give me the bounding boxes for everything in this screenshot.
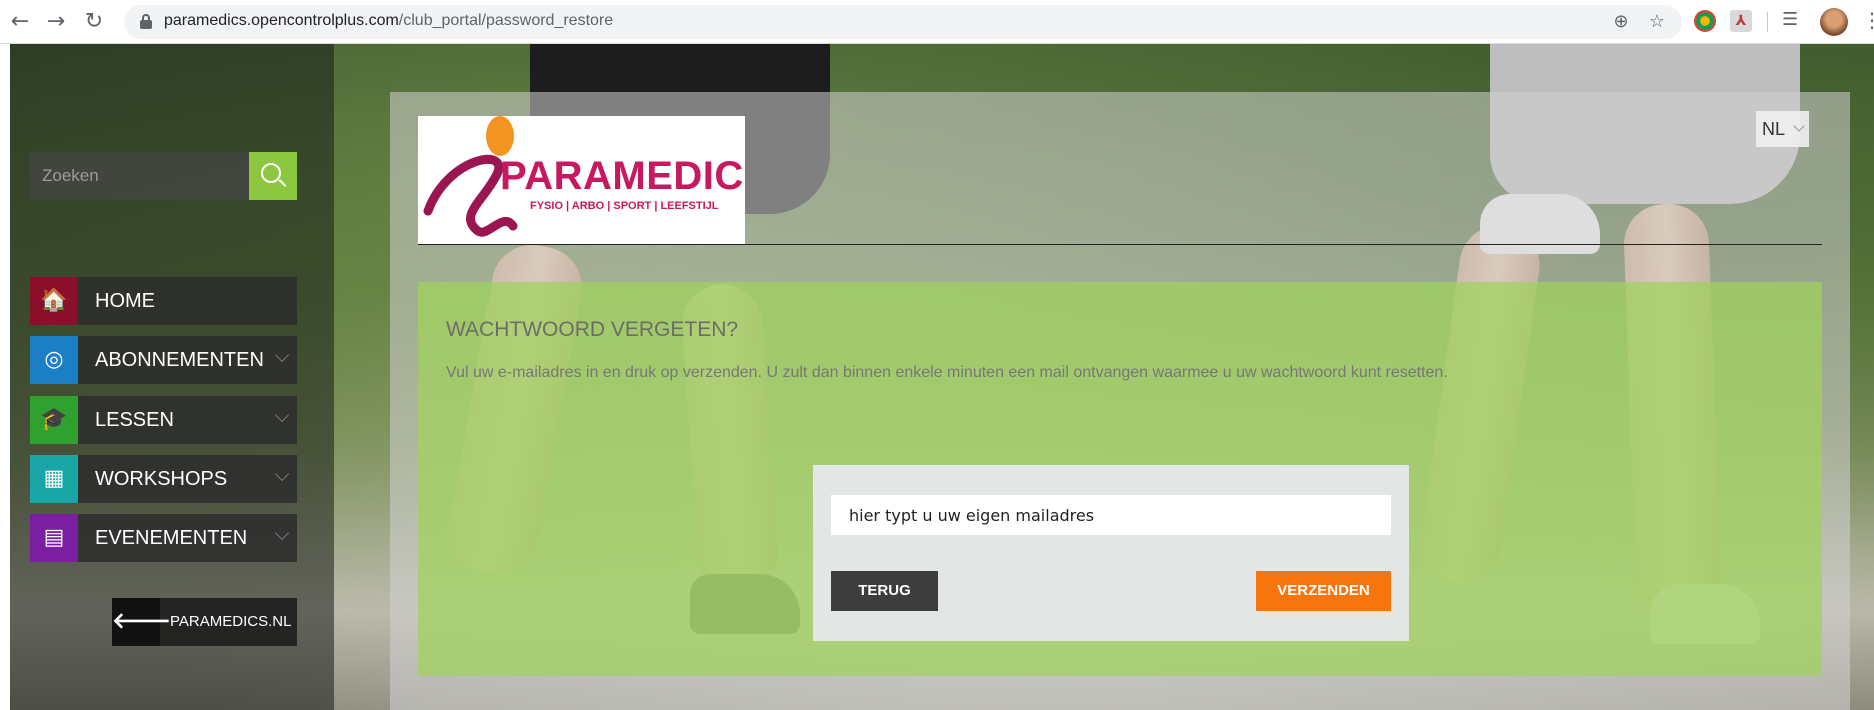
- chevron-down-icon[interactable]: [274, 525, 290, 541]
- url-path: /club_portal/password_restore: [398, 12, 614, 29]
- page-title: WACHTWOORD VERGETEN?: [446, 318, 739, 341]
- search-button[interactable]: [249, 152, 297, 200]
- back-arrow-icon[interactable]: ←: [6, 8, 34, 36]
- reading-list-icon[interactable]: ☰: [1782, 9, 1798, 30]
- toolbar-divider: [1767, 12, 1768, 32]
- logo-name: PARAMEDICS: [500, 154, 745, 198]
- chevron-down-icon[interactable]: [274, 347, 290, 363]
- star-icon[interactable]: ☆: [1646, 12, 1668, 32]
- browser-toolbar: ← → ↻ paramedics.opencontrolplus.com/clu…: [0, 0, 1874, 44]
- url-domain: paramedics.opencontrolplus.com: [164, 12, 399, 29]
- pdf-icon[interactable]: ⅄: [1730, 10, 1752, 32]
- back-to-site-link[interactable]: 🡐 PARAMEDICS.NL: [112, 598, 297, 646]
- password-restore-form: TERUG VERZENDEN: [813, 465, 1409, 641]
- subscriptions-icon: ◎: [30, 336, 78, 384]
- sidebar-item-workshops[interactable]: ▦ WORKSHOPS: [30, 455, 297, 503]
- home-icon: 🏠: [30, 277, 78, 325]
- chevron-down-icon[interactable]: [274, 407, 290, 423]
- logo-dot: [486, 116, 514, 156]
- email-field[interactable]: [831, 495, 1391, 535]
- forward-arrow-icon[interactable]: →: [42, 8, 70, 36]
- back-link-label: PARAMEDICS.NL: [170, 613, 292, 630]
- add-icon[interactable]: ⊕: [1610, 12, 1632, 32]
- sidebar-item-abonnementen[interactable]: ◎ ABONNEMENTEN: [30, 336, 297, 384]
- lock-icon[interactable]: [140, 14, 152, 29]
- url-text[interactable]: paramedics.opencontrolplus.com/club_port…: [164, 12, 613, 30]
- chevron-down-icon[interactable]: [274, 466, 290, 482]
- search-input[interactable]: [30, 152, 250, 200]
- workshop-icon: ▦: [30, 455, 78, 503]
- sidebar-item-home[interactable]: 🏠 HOME: [30, 277, 297, 325]
- main-panel: PARAMEDICS FYSIO | ARBO | SPORT | LEEFST…: [390, 92, 1850, 710]
- send-button[interactable]: VERZENDEN: [1256, 571, 1391, 611]
- reload-icon[interactable]: ↻: [80, 8, 108, 36]
- header-divider: [418, 244, 1822, 245]
- back-button[interactable]: TERUG: [831, 571, 938, 611]
- language-value: NL: [1762, 119, 1786, 139]
- sidebar-item-label: HOME: [95, 290, 155, 312]
- language-select[interactable]: NL: [1756, 111, 1809, 147]
- profile-avatar[interactable]: [1820, 8, 1848, 36]
- sidebar-item-label: ABONNEMENTEN: [95, 349, 264, 371]
- arrow-left-icon: 🡐: [112, 598, 171, 646]
- sidebar-item-evenementen[interactable]: ▤ EVENEMENTEN: [30, 514, 297, 562]
- password-restore-panel: WACHTWOORD VERGETEN? Vul uw e-mailadres …: [418, 282, 1822, 676]
- sidebar-item-label: WORKSHOPS: [95, 468, 228, 490]
- chevron-down-icon: [1793, 120, 1805, 132]
- sidebar-item-lessen[interactable]: 🎓 LESSEN: [30, 396, 297, 444]
- instructions-text: Vul uw e-mailadres in en druk op verzend…: [446, 364, 1448, 381]
- paramedics-logo[interactable]: PARAMEDICS FYSIO | ARBO | SPORT | LEEFST…: [418, 116, 745, 244]
- menu-kebab-icon[interactable]: ⋮: [1862, 8, 1874, 32]
- address-bar[interactable]: paramedics.opencontrolplus.com/club_port…: [124, 5, 1682, 39]
- graduation-cap-icon: 🎓: [30, 396, 78, 444]
- extension-icon[interactable]: [1694, 10, 1716, 32]
- sidebar-item-label: LESSEN: [95, 409, 174, 431]
- logo-tagline: FYSIO | ARBO | SPORT | LEEFSTIJL: [530, 200, 719, 212]
- calendar-icon: ▤: [30, 514, 78, 562]
- sidebar-item-label: EVENEMENTEN: [95, 527, 248, 549]
